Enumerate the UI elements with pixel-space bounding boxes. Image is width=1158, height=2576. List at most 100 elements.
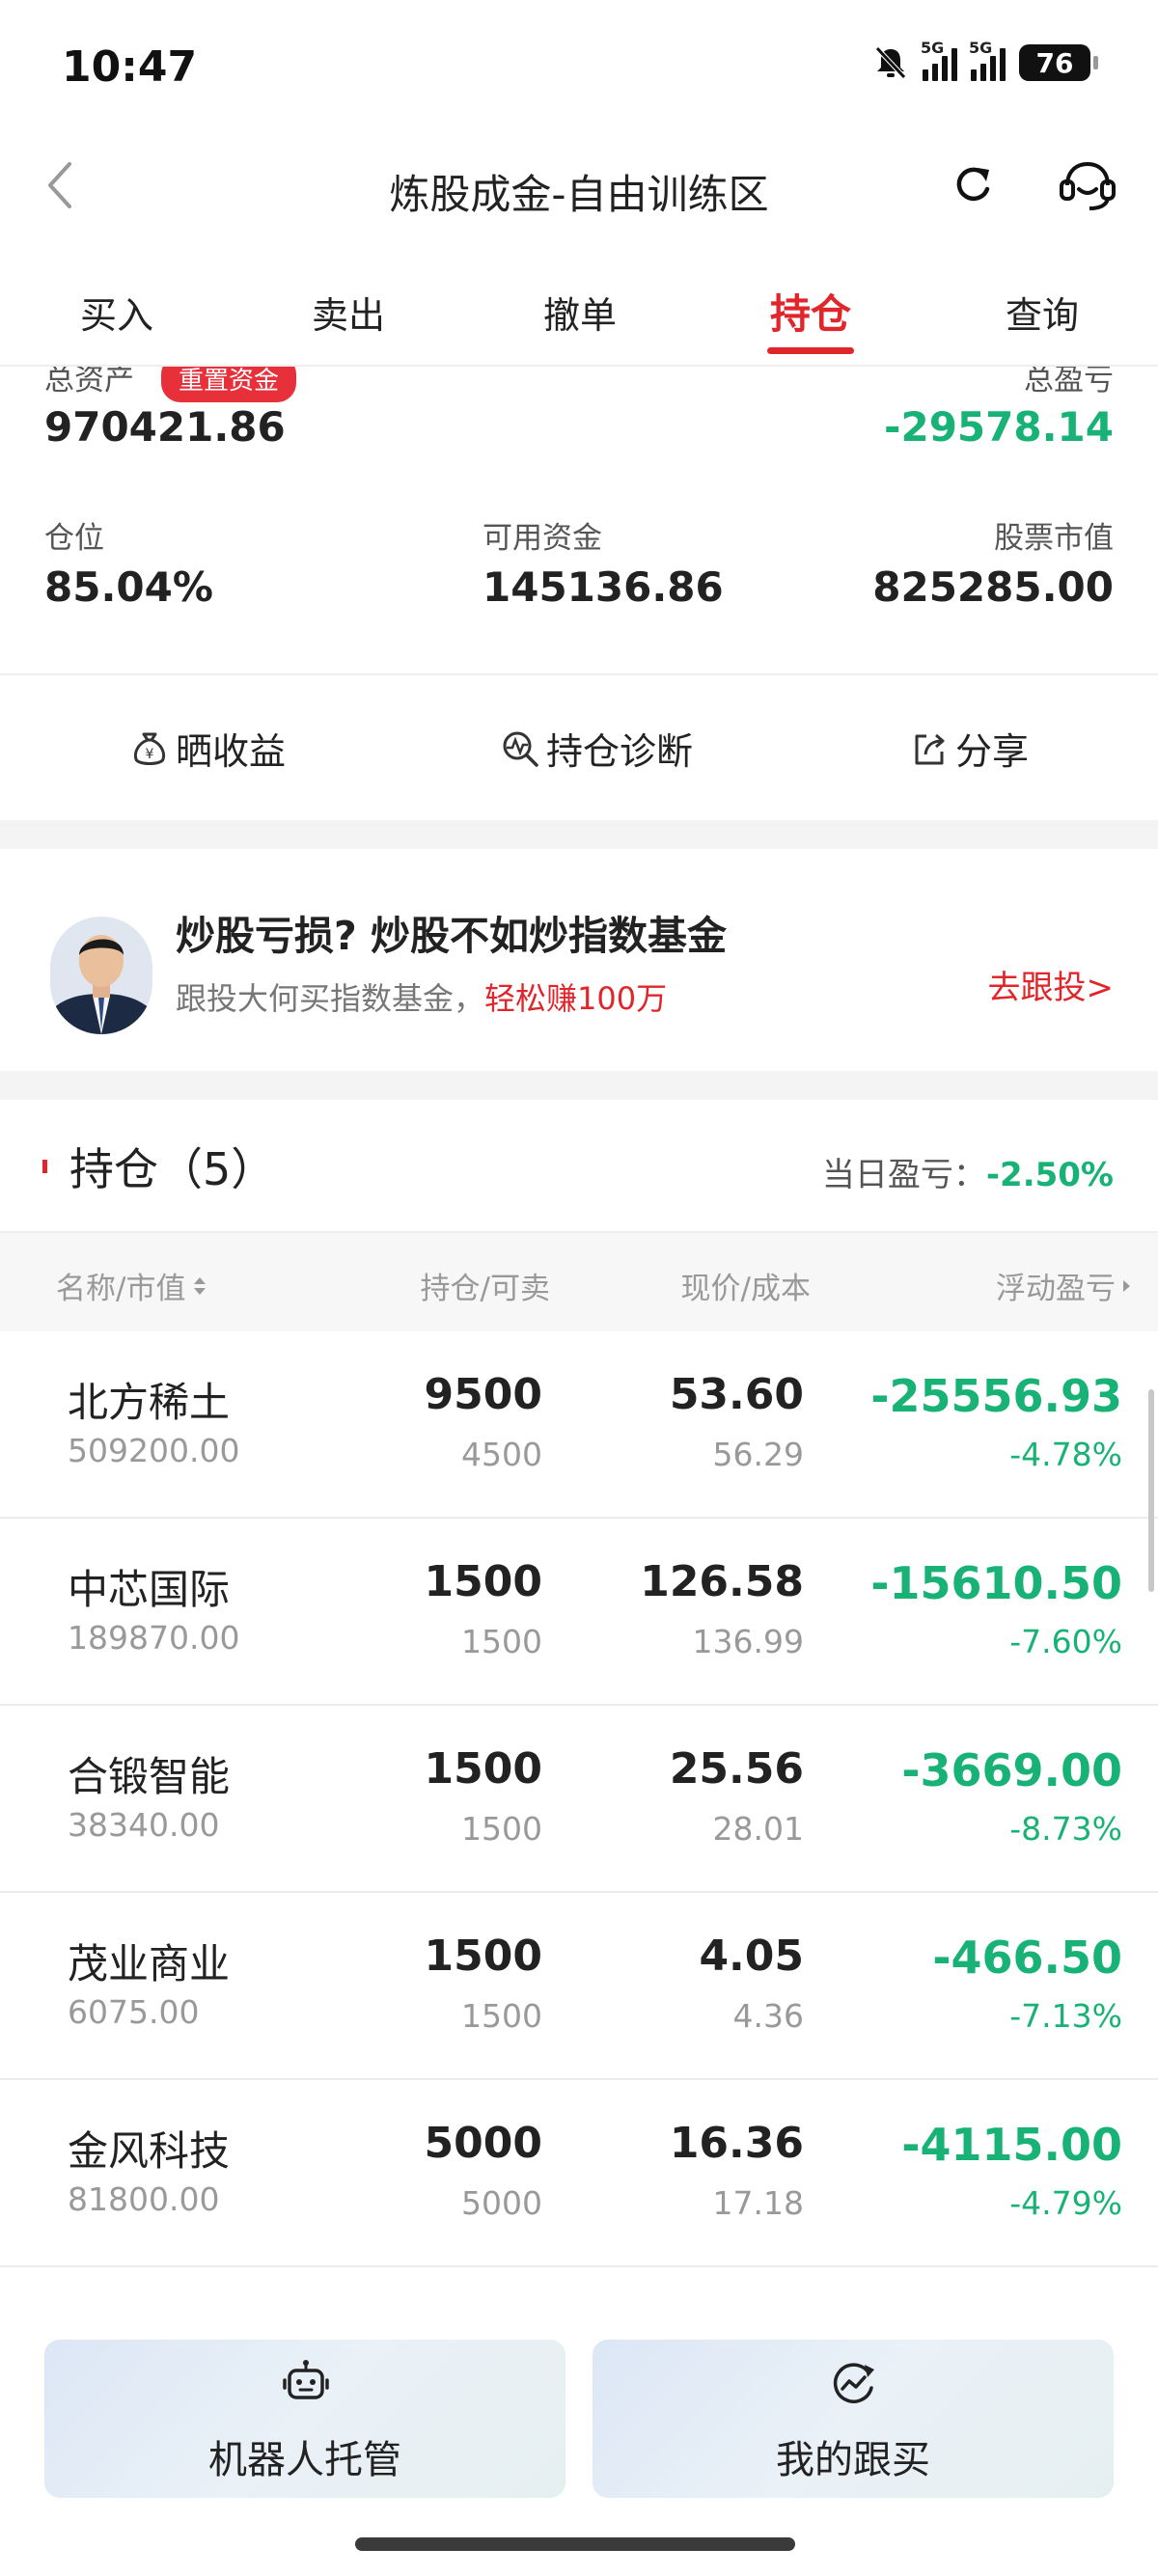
bottom-action-bar: 机器人托管 我的跟买 (0, 2311, 1158, 2576)
stock-float-pl: -466.50 (932, 1932, 1122, 1984)
show-profit-label: 晒收益 (176, 730, 287, 773)
stock-sellable: 1500 (461, 1810, 542, 1848)
column-pl-label: 浮动盈亏 (996, 1272, 1116, 1306)
column-qty-label: 持仓/可卖 (420, 1272, 550, 1306)
share-button[interactable]: 分享 (909, 722, 1029, 775)
cellular-signal-icon: 5G (921, 39, 957, 81)
stock-sellable: 5000 (461, 2184, 542, 2222)
tab-query[interactable]: 查询 (965, 286, 1119, 339)
stock-float-pct: -7.13% (1009, 1997, 1122, 2035)
stock-name: 中芯国际 (68, 1566, 231, 1613)
promo-highlight: 轻松赚100万 (484, 980, 668, 1017)
scrollbar[interactable] (1148, 1389, 1154, 1592)
daily-pl-value: -2.50% (985, 1156, 1114, 1194)
position-label: 仓位 (44, 521, 104, 556)
stock-name: 金风科技 (68, 2127, 231, 2175)
total-pl-value: -29578.14 (884, 403, 1114, 451)
stock-float-pl: -15610.50 (870, 1557, 1122, 1609)
section-marker (42, 1160, 47, 1173)
robot-custody-label: 机器人托管 (208, 2438, 401, 2482)
share-label: 分享 (955, 730, 1030, 773)
advisor-avatar (50, 917, 152, 1034)
promo-title: 炒股亏损? 炒股不如炒指数基金 (176, 913, 728, 959)
float-pl-header[interactable]: 浮动盈亏 (996, 1264, 1131, 1307)
column-price-label: 现价/成本 (680, 1272, 811, 1306)
stock-price: 25.56 (669, 1744, 804, 1794)
tab-cancel[interactable]: 撤单 (503, 286, 657, 339)
stock-float-pct: -4.79% (1009, 2184, 1122, 2222)
promo-subtitle-text: 跟投大何买指数基金， (176, 980, 485, 1017)
stock-price: 53.60 (669, 1370, 804, 1419)
account-summary: 总资产 重置资金 总盈亏 970421.86 -29578.14 仓位 可用资金… (0, 367, 1158, 675)
status-icons: 5G 5G 76 (872, 39, 1098, 81)
stock-sellable: 1500 (461, 1623, 542, 1660)
holdings-header: 持仓（5） 当日盈亏：-2.50% (0, 1100, 1158, 1231)
total-assets-value: 970421.86 (44, 403, 286, 451)
stock-sellable: 1500 (461, 1997, 542, 2035)
trade-tabs: 买入 卖出 撤单 持仓 查询 (0, 270, 1158, 367)
stock-price: 16.36 (669, 2119, 804, 2168)
stock-market-value: 81800.00 (68, 2180, 220, 2218)
diagnose-label: 持仓诊断 (546, 730, 694, 773)
position-value: 85.04% (44, 563, 213, 611)
stock-cost: 4.36 (732, 1997, 804, 2035)
tab-holdings[interactable]: 持仓 (733, 282, 888, 341)
sort-by-name-header[interactable]: 名称/市值 (56, 1264, 207, 1307)
stock-name: 茂业商业 (68, 1940, 231, 1987)
total-assets-label: 总资产 (44, 367, 134, 397)
customer-service-icon[interactable] (1058, 156, 1117, 214)
stock-quantity: 5000 (424, 2119, 542, 2168)
available-funds-value: 145136.86 (482, 563, 724, 611)
stock-float-pl: -3669.00 (901, 1744, 1122, 1796)
reset-funds-button[interactable]: 重置资金 (161, 367, 297, 402)
battery-icon: 76 (1019, 44, 1098, 81)
stock-price: 4.05 (699, 1932, 804, 1981)
stock-market-value: 509200.00 (68, 1432, 240, 1469)
stock-quantity: 1500 (424, 1744, 542, 1794)
sort-icon (194, 1276, 207, 1295)
stock-float-pl: -4115.00 (901, 2119, 1122, 2171)
stock-sellable: 4500 (461, 1436, 542, 1473)
stock-cost: 56.29 (712, 1436, 804, 1473)
nav-header: 炼股成金-自由训练区 (0, 135, 1158, 241)
robot-custody-button[interactable]: 机器人托管 (44, 2340, 565, 2498)
holdings-column-header: 名称/市值 持仓/可卖 现价/成本 浮动盈亏 (0, 1231, 1158, 1331)
holding-row[interactable]: 中芯国际 189870.00 1500 1500 126.58 136.99 -… (0, 1519, 1158, 1706)
holdings-title: 持仓（5） (69, 1143, 276, 1195)
daily-pl-label: 当日盈亏： (821, 1156, 986, 1194)
holding-row[interactable]: 金风科技 81800.00 5000 5000 16.36 17.18 -411… (0, 2080, 1158, 2267)
follow-invest-link[interactable]: 去跟投> (988, 961, 1115, 1008)
stock-name: 北方稀土 (68, 1379, 231, 1426)
diagnose-button[interactable]: 持仓诊断 (500, 722, 693, 775)
caret-right-icon (1123, 1279, 1130, 1292)
stock-quantity: 1500 (424, 1932, 542, 1981)
diagnose-icon (503, 731, 538, 767)
holding-row[interactable]: 茂业商业 6075.00 1500 1500 4.05 4.36 -466.50… (0, 1893, 1158, 2080)
market-value-label: 股票市值 (994, 521, 1114, 556)
mute-bell-icon (875, 46, 906, 79)
status-time: 10:47 (62, 42, 198, 92)
stock-price: 126.58 (640, 1557, 804, 1606)
stock-cost: 17.18 (712, 2184, 804, 2222)
my-follow-label: 我的跟买 (776, 2438, 930, 2482)
stock-quantity: 9500 (424, 1370, 542, 1419)
daily-pl: 当日盈亏：-2.50% (822, 1148, 1114, 1195)
stock-cost: 28.01 (712, 1810, 804, 1848)
column-name-label: 名称/市值 (56, 1272, 186, 1306)
tab-buy[interactable]: 买入 (40, 286, 194, 339)
home-indicator[interactable] (355, 2537, 795, 2551)
tab-sell[interactable]: 卖出 (271, 286, 426, 339)
trend-circle-icon (833, 2363, 874, 2403)
market-value-value: 825285.00 (872, 563, 1114, 611)
show-profit-button[interactable]: ¥ 晒收益 (129, 722, 286, 775)
my-follow-button[interactable]: 我的跟买 (593, 2340, 1114, 2498)
holding-row[interactable]: 北方稀土 509200.00 9500 4500 53.60 56.29 -25… (0, 1331, 1158, 1519)
holding-row[interactable]: 合锻智能 38340.00 1500 1500 25.56 28.01 -366… (0, 1706, 1158, 1893)
refresh-icon[interactable] (951, 162, 995, 206)
action-row: ¥ 晒收益 持仓诊断 分享 (0, 675, 1158, 820)
stock-float-pct: -8.73% (1009, 1810, 1122, 1848)
money-bag-icon: ¥ (133, 732, 166, 765)
promo-banner[interactable]: 炒股亏损? 炒股不如炒指数基金 跟投大何买指数基金，轻松赚100万 去跟投> (0, 849, 1158, 1071)
stock-float-pct: -7.60% (1009, 1623, 1122, 1660)
active-tab-indicator (767, 347, 854, 354)
